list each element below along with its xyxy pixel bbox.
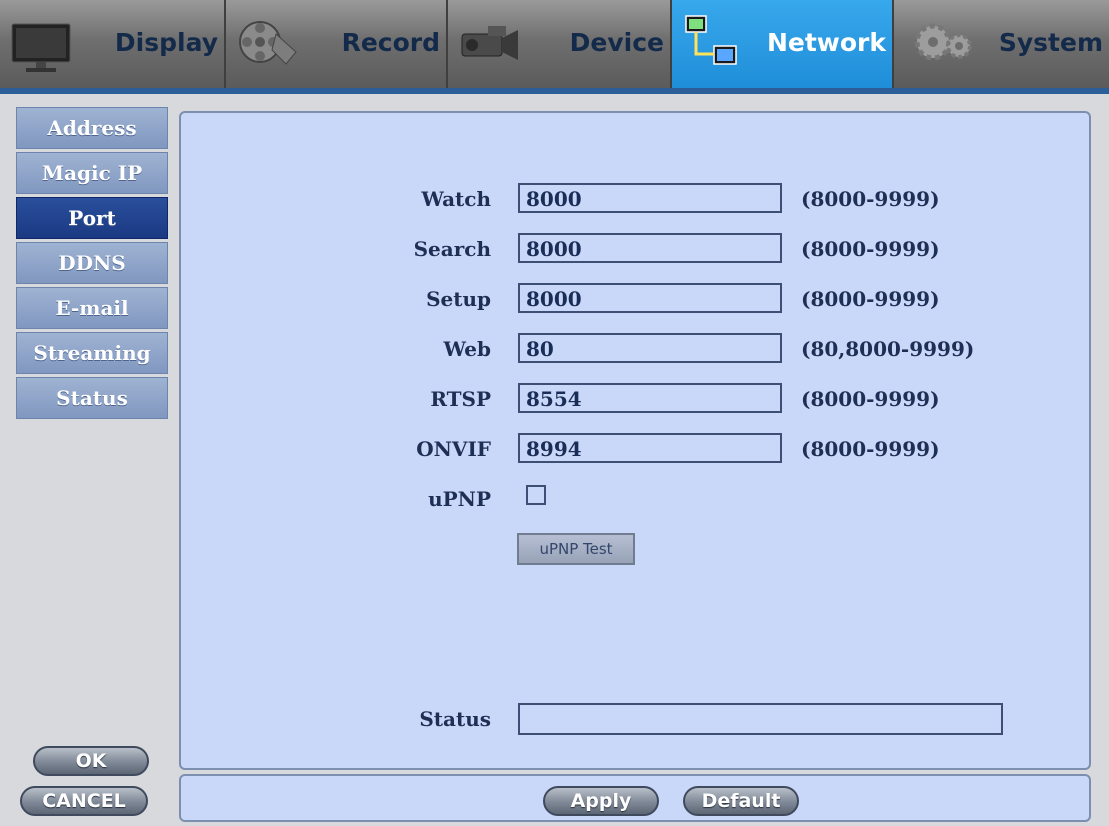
- onvif-range: (8000-9999): [801, 437, 940, 461]
- setup-port-input[interactable]: 8000: [518, 283, 782, 313]
- apply-button[interactable]: Apply: [543, 786, 659, 816]
- web-label: Web: [443, 337, 491, 361]
- search-label: Search: [413, 237, 491, 261]
- sidebar-item-magic-ip[interactable]: Magic IP: [16, 152, 168, 194]
- port-row-rtsp: RTSP 8554 (8000-9999): [181, 383, 1089, 419]
- rtsp-range: (8000-9999): [801, 387, 940, 411]
- tab-system-label: System: [998, 28, 1103, 57]
- monitor-icon: [11, 23, 71, 72]
- upnp-label: uPNP: [428, 487, 491, 511]
- port-row-setup: Setup 8000 (8000-9999): [181, 283, 1089, 319]
- onvif-label: ONVIF: [416, 437, 491, 461]
- web-range: (80,8000-9999): [801, 337, 975, 361]
- upnp-test-button[interactable]: uPNP Test: [517, 533, 635, 565]
- tab-record-label: Record: [341, 28, 440, 57]
- cancel-button[interactable]: CANCEL: [20, 786, 148, 816]
- tab-network[interactable]: Network: [672, 0, 894, 88]
- sidebar-item-streaming[interactable]: Streaming: [16, 332, 168, 374]
- watch-range: (8000-9999): [801, 187, 940, 211]
- search-port-input[interactable]: 8000: [518, 233, 782, 263]
- tab-device-label: Device: [569, 28, 664, 57]
- web-port-input[interactable]: 80: [518, 333, 782, 363]
- sidebar-item-address[interactable]: Address: [16, 107, 168, 149]
- tab-display-label: Display: [114, 28, 218, 57]
- sidebar-item-email[interactable]: E-mail: [16, 287, 168, 329]
- watch-port-input[interactable]: 8000: [518, 183, 782, 213]
- port-settings-panel: Watch 8000 (8000-9999) Search 8000 (8000…: [179, 111, 1091, 770]
- camera-icon: [461, 26, 518, 60]
- upnp-checkbox[interactable]: [526, 485, 546, 505]
- port-row-onvif: ONVIF 8994 (8000-9999): [181, 433, 1089, 469]
- sidebar-item-status[interactable]: Status: [16, 377, 168, 419]
- search-range: (8000-9999): [801, 237, 940, 261]
- port-row-web: Web 80 (80,8000-9999): [181, 333, 1089, 369]
- gears-icon: [914, 23, 972, 61]
- tab-device[interactable]: Device: [448, 0, 672, 88]
- film-reel-icon: [239, 21, 297, 65]
- tab-system[interactable]: System: [894, 0, 1109, 88]
- status-field: [518, 703, 1003, 735]
- status-label: Status: [419, 707, 491, 731]
- tab-display[interactable]: Display: [0, 0, 226, 88]
- setup-range: (8000-9999): [801, 287, 940, 311]
- tab-record[interactable]: Record: [226, 0, 448, 88]
- default-button[interactable]: Default: [683, 786, 799, 816]
- sidebar-item-port[interactable]: Port: [16, 197, 168, 239]
- sidebar-item-ddns[interactable]: DDNS: [16, 242, 168, 284]
- rtsp-label: RTSP: [430, 387, 491, 411]
- top-tab-bar: Display Record Device Network System: [0, 0, 1109, 94]
- port-row-watch: Watch 8000 (8000-9999): [181, 183, 1089, 219]
- ok-button[interactable]: OK: [33, 746, 149, 776]
- watch-label: Watch: [421, 187, 491, 211]
- port-row-search: Search 8000 (8000-9999): [181, 233, 1089, 269]
- side-menu: Address Magic IP Port DDNS E-mail Stream…: [16, 107, 168, 422]
- setup-label: Setup: [426, 287, 491, 311]
- tab-network-label: Network: [766, 28, 886, 57]
- rtsp-port-input[interactable]: 8554: [518, 383, 782, 413]
- upnp-row: uPNP: [181, 483, 1089, 519]
- network-icon: [685, 15, 737, 65]
- onvif-port-input[interactable]: 8994: [518, 433, 782, 463]
